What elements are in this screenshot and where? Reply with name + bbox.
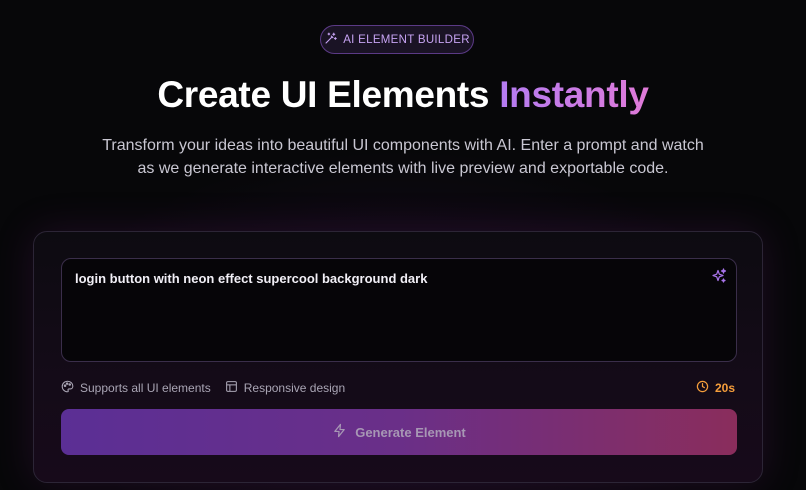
feature-list: Supports all UI elements Responsive desi… [61,380,359,396]
badge-label: AI ELEMENT BUILDER [343,33,470,46]
feature-label: Responsive design [243,381,346,395]
magic-wand-icon [324,32,337,48]
palette-icon [61,380,74,396]
prompt-text: login button with neon effect supercool … [75,271,428,286]
page-subtitle: Transform your ideas into beautiful UI c… [70,134,736,180]
timer-label: 20s [714,381,735,395]
ai-element-builder-badge: AI ELEMENT BUILDER [320,25,474,54]
timer-indicator: 20s [696,380,735,396]
subtitle-line-1: Transform your ideas into beautiful UI c… [102,137,704,154]
page: AI ELEMENT BUILDER Create UI Elements In… [0,0,806,490]
clock-icon [696,380,709,396]
layout-icon [225,380,238,396]
lightning-icon [332,423,347,441]
feature-label: Supports all UI elements [80,381,211,395]
title-accent: Instantly [499,74,649,115]
sparkles-icon [711,268,727,284]
page-title: Create UI Elements Instantly [0,74,806,116]
feature-all-ui-elements: Supports all UI elements [61,380,211,396]
prompt-card: login button with neon effect supercool … [33,231,763,483]
feature-responsive-design: Responsive design [225,380,345,396]
subtitle-line-2: as we generate interactive elements with… [137,160,669,177]
title-main: Create UI Elements [157,74,490,115]
generate-button-label: Generate Element [355,424,466,440]
prompt-textarea[interactable]: login button with neon effect supercool … [61,258,737,362]
generate-element-button[interactable]: Generate Element [61,409,737,455]
